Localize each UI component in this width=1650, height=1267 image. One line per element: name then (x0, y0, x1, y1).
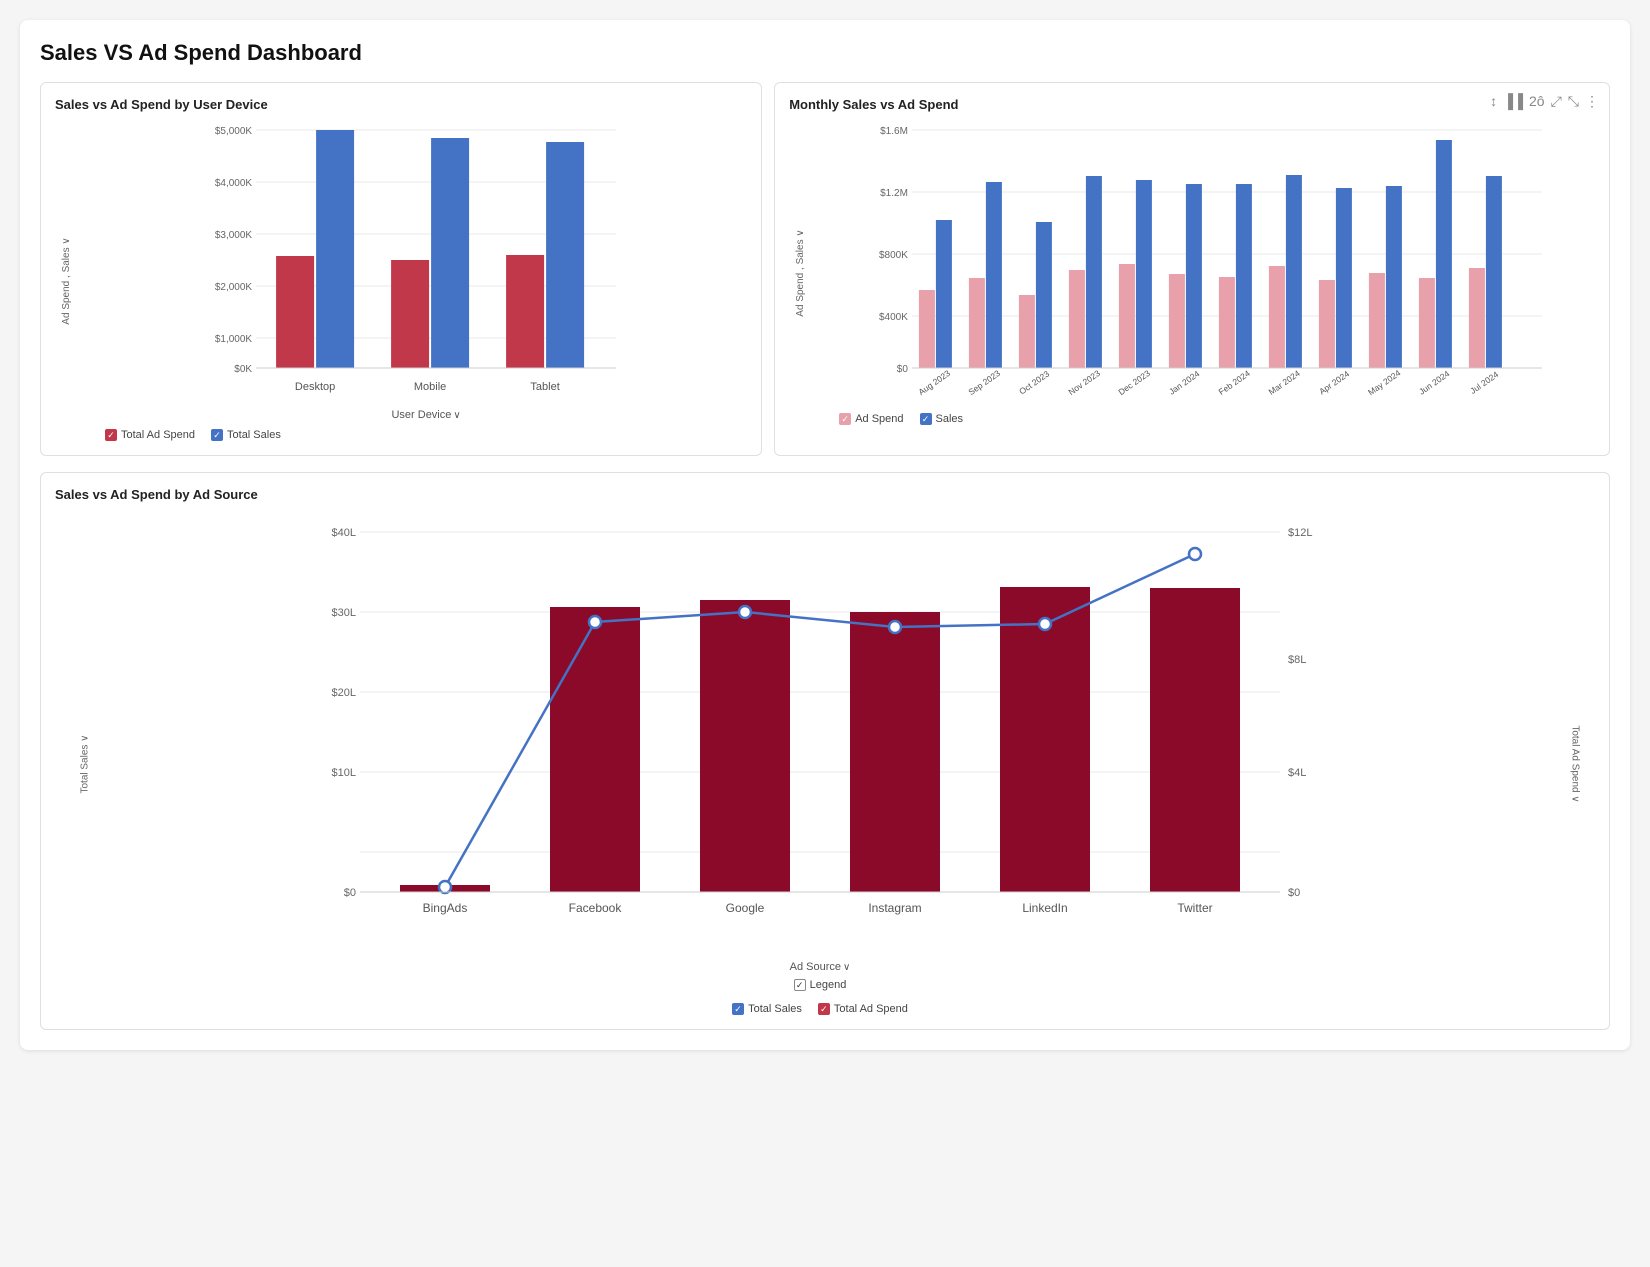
dashboard-title: Sales VS Ad Spend Dashboard (40, 40, 1610, 66)
svg-text:$1.6M: $1.6M (880, 126, 908, 137)
bottom-chart-legend: ✓ Total Sales ✓ Total Ad Spend (732, 1003, 908, 1015)
right-chart-y-axis-label: Ad Spend , Sales ∨ (795, 229, 806, 316)
svg-text:Apr 2024: Apr 2024 (1317, 368, 1351, 396)
svg-text:$0: $0 (1288, 887, 1300, 899)
svg-text:Jun 2024: Jun 2024 (1417, 368, 1452, 396)
left-chart-svg: $5,000K $4,000K $3,000K $2,000K $1,000K … (105, 120, 747, 400)
bottom-chart-title: Sales vs Ad Spend by Ad Source (55, 487, 1595, 502)
svg-text:$20L: $20L (332, 687, 356, 699)
svg-text:Aug 2023: Aug 2023 (917, 368, 953, 397)
dashboard-container: Sales VS Ad Spend Dashboard Sales vs Ad … (20, 20, 1630, 1050)
sort-icon[interactable]: ↕ (1490, 93, 1497, 110)
left-chart-y-axis-label: Ad Spend , Sales ∨ (61, 237, 72, 324)
fullscreen-icon[interactable]: ⤡ (1568, 93, 1579, 110)
svg-text:Google: Google (726, 901, 765, 915)
right-chart-panel: Monthly Sales vs Ad Spend ↕ ▐▐ 2ô ⤢ ⤡ ⋮ … (774, 82, 1610, 456)
right-chart-legend: ✓ Ad Spend ✓ Sales (839, 413, 1585, 425)
svg-text:$400K: $400K (879, 312, 908, 323)
left-chart-title: Sales vs Ad Spend by User Device (55, 97, 747, 112)
svg-text:Sep 2023: Sep 2023 (967, 368, 1003, 397)
svg-text:Facebook: Facebook (569, 901, 623, 915)
svg-text:$0K: $0K (234, 364, 252, 375)
svg-text:$1,000K: $1,000K (215, 334, 253, 345)
svg-text:Mar 2024: Mar 2024 (1267, 368, 1302, 397)
svg-text:LinkedIn: LinkedIn (1022, 901, 1067, 915)
svg-text:$1.2M: $1.2M (880, 188, 908, 199)
svg-text:Desktop: Desktop (295, 381, 335, 393)
svg-text:Jul 2024: Jul 2024 (1468, 369, 1500, 396)
svg-text:Dec 2023: Dec 2023 (1117, 368, 1153, 397)
bottom-y-right-label: Total Ad Spend ∨ (1570, 724, 1581, 804)
svg-text:$8L: $8L (1288, 654, 1306, 666)
right-chart-svg: $1.6M $1.2M $800K $400K $0 (839, 120, 1585, 400)
bottom-chart-svg: $40L $30L $20L $10L $0 $12L $8L $4L $0 (115, 512, 1525, 952)
svg-text:$5,000K: $5,000K (215, 126, 253, 137)
svg-text:Feb 2024: Feb 2024 (1217, 368, 1252, 397)
svg-text:$0: $0 (897, 364, 909, 375)
data-icon[interactable]: 2ô (1529, 93, 1545, 110)
bottom-chart-x-label: Ad Source ∨ (115, 961, 1525, 973)
svg-text:$2,000K: $2,000K (215, 282, 253, 293)
bottom-chart-panel: Sales vs Ad Spend by Ad Source Total Sal… (40, 472, 1610, 1030)
legend-item-ad-spend: ✓ Total Ad Spend (105, 429, 195, 441)
bottom-legend-total-sales: ✓ Total Sales (732, 1003, 802, 1015)
svg-text:$10L: $10L (332, 767, 356, 779)
right-legend-sales: ✓ Sales (920, 413, 964, 425)
bottom-y-left-label: Total Sales ∨ (80, 734, 91, 794)
svg-text:Nov 2023: Nov 2023 (1067, 368, 1103, 397)
left-chart-legend: ✓ Total Ad Spend ✓ Total Sales (105, 429, 747, 441)
bottom-legend-header: ✓ Legend (794, 979, 847, 991)
bar-chart-icon[interactable]: ▐▐ (1503, 93, 1523, 110)
svg-text:Tablet: Tablet (530, 381, 559, 393)
svg-text:$800K: $800K (879, 250, 908, 261)
svg-text:$3,000K: $3,000K (215, 230, 253, 241)
top-row: Sales vs Ad Spend by User Device Ad Spen… (40, 82, 1610, 456)
svg-text:Jan 2024: Jan 2024 (1167, 368, 1202, 396)
svg-text:$40L: $40L (332, 527, 356, 539)
svg-text:Instagram: Instagram (868, 901, 921, 915)
svg-text:Oct 2023: Oct 2023 (1017, 368, 1051, 396)
svg-text:Twitter: Twitter (1177, 901, 1212, 915)
right-legend-adspend: ✓ Ad Spend (839, 413, 903, 425)
svg-text:Mobile: Mobile (414, 381, 446, 393)
chart-toolbar[interactable]: ↕ ▐▐ 2ô ⤢ ⤡ ⋮ (1490, 93, 1599, 110)
right-chart-title: Monthly Sales vs Ad Spend (789, 97, 1595, 112)
svg-text:$30L: $30L (332, 607, 356, 619)
svg-text:May 2024: May 2024 (1366, 368, 1403, 398)
export-icon[interactable]: ⤢ (1551, 93, 1562, 110)
svg-text:$4,000K: $4,000K (215, 178, 253, 189)
left-chart-x-label: User Device ∨ (105, 409, 747, 421)
svg-text:$4L: $4L (1288, 767, 1306, 779)
more-icon[interactable]: ⋮ (1585, 93, 1599, 110)
left-chart-panel: Sales vs Ad Spend by User Device Ad Spen… (40, 82, 762, 456)
svg-text:$0: $0 (344, 887, 356, 899)
svg-text:$12L: $12L (1288, 527, 1312, 539)
svg-text:BingAds: BingAds (423, 901, 468, 915)
bottom-legend-total-adspend: ✓ Total Ad Spend (818, 1003, 908, 1015)
legend-item-sales: ✓ Total Sales (211, 429, 281, 441)
